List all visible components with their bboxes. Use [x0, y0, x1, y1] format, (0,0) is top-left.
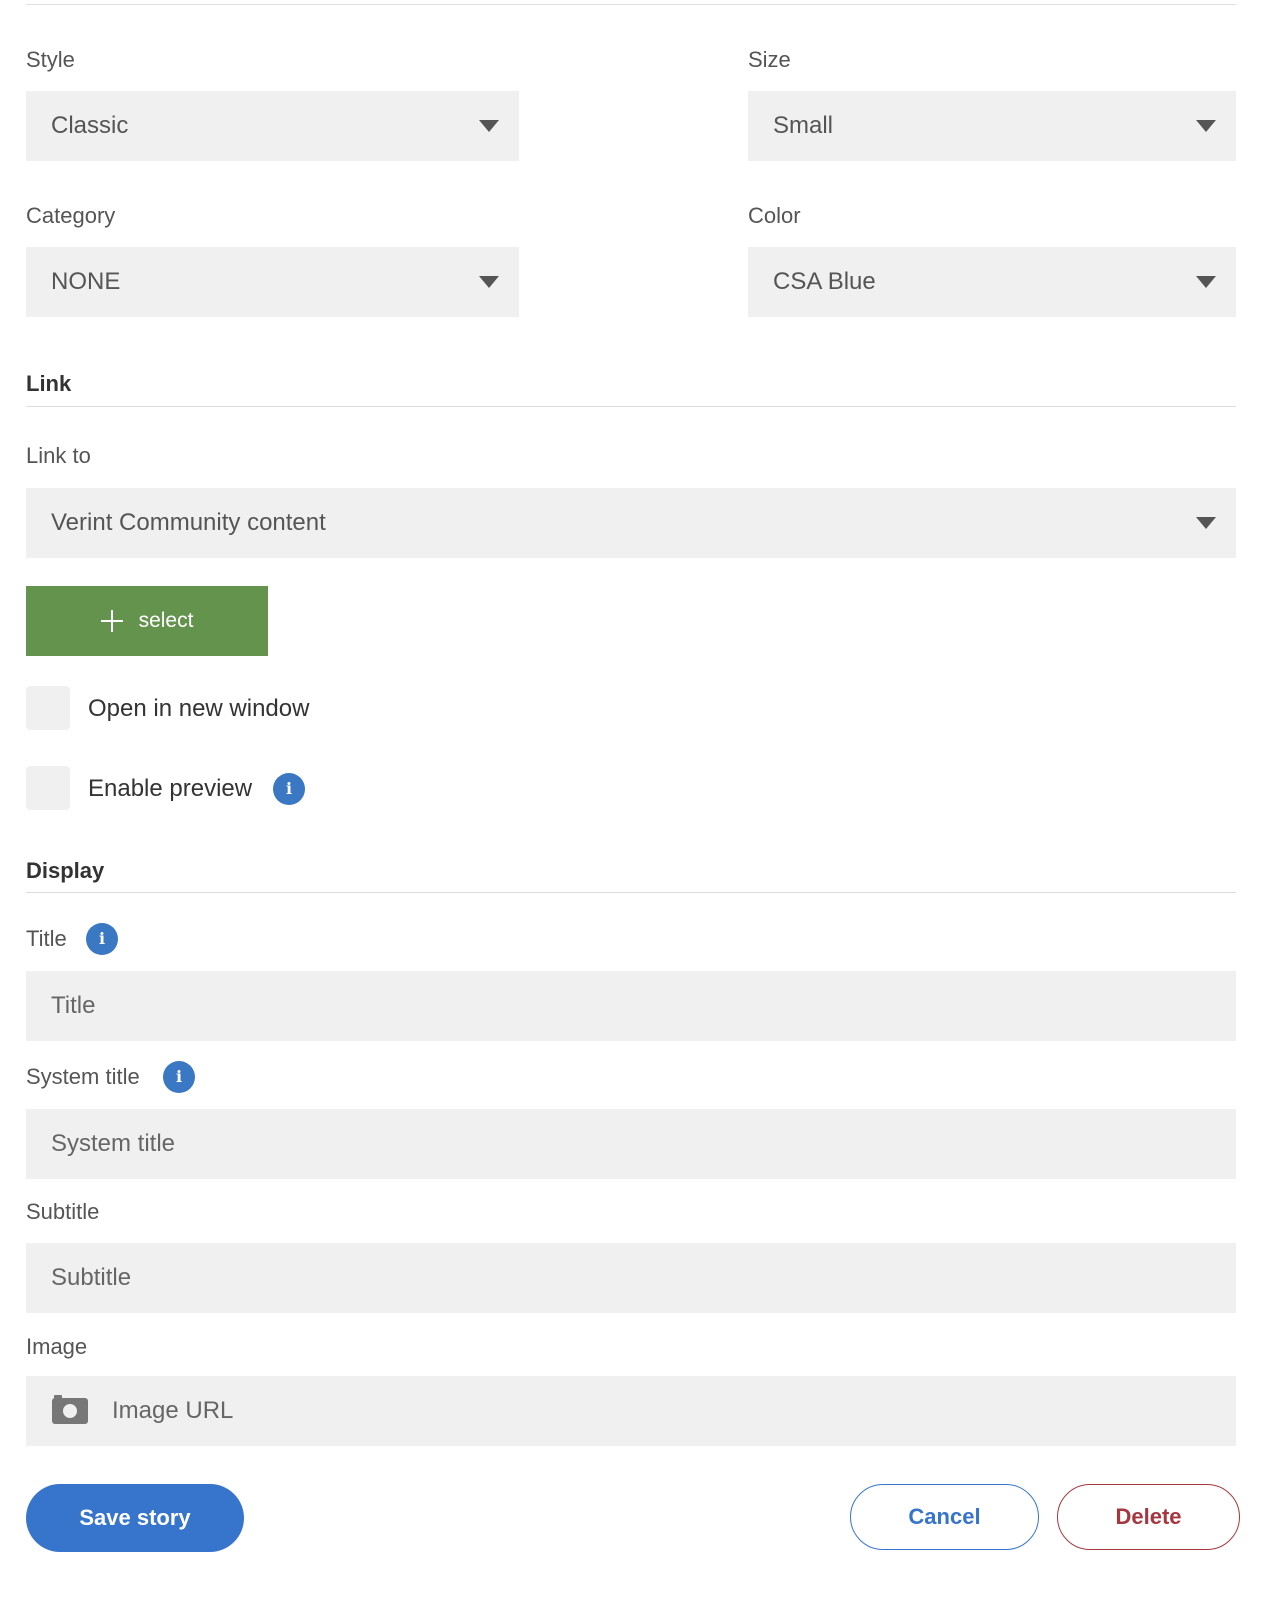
color-label: Color	[748, 203, 801, 228]
chevron-down-icon	[1196, 276, 1216, 288]
image-url-field[interactable]	[26, 1375, 1236, 1447]
chevron-down-icon	[479, 120, 499, 132]
system-title-label: System title	[26, 1064, 140, 1089]
save-story-button[interactable]: Save story	[26, 1484, 244, 1552]
plus-icon	[100, 610, 123, 632]
camera-icon[interactable]	[52, 1395, 88, 1424]
size-select-value: Small	[773, 112, 834, 139]
link-to-label: Link to	[26, 443, 91, 468]
system-title-info-icon[interactable]: i	[163, 1061, 195, 1093]
display-section-heading: Display	[26, 858, 105, 883]
category-select[interactable]: NONE	[26, 247, 519, 317]
title-info-icon[interactable]: i	[86, 923, 118, 955]
enable-preview-label[interactable]: Enable preview	[88, 777, 252, 801]
size-label: Size	[748, 47, 791, 72]
title-label: Title	[26, 926, 67, 951]
enable-preview-info-icon[interactable]: i	[273, 773, 305, 805]
category-label: Category	[26, 203, 116, 228]
title-input[interactable]	[26, 971, 1236, 1041]
style-label: Style	[26, 47, 75, 72]
color-select-value: CSA Blue	[773, 268, 876, 295]
link-to-select[interactable]: Verint Community content	[26, 488, 1236, 558]
style-select-value: Classic	[51, 112, 129, 139]
chevron-down-icon	[1196, 120, 1216, 132]
display-section-divider	[26, 892, 1236, 893]
image-label: Image	[26, 1334, 88, 1359]
delete-button[interactable]: Delete	[1057, 1484, 1240, 1550]
color-select[interactable]: CSA Blue	[748, 247, 1236, 317]
size-select[interactable]: Small	[748, 91, 1236, 161]
image-url-input[interactable]	[110, 1375, 1236, 1447]
chevron-down-icon	[1196, 517, 1216, 529]
category-select-value: NONE	[51, 268, 121, 295]
top-divider	[26, 4, 1236, 5]
link-section-heading: Link	[26, 371, 72, 396]
open-new-window-label[interactable]: Open in new window	[88, 697, 309, 721]
select-content-button-label: select	[138, 609, 194, 632]
subtitle-input[interactable]	[26, 1243, 1236, 1313]
cancel-button[interactable]: Cancel	[850, 1484, 1039, 1550]
chevron-down-icon	[479, 276, 499, 288]
system-title-input[interactable]	[26, 1109, 1236, 1179]
select-content-button[interactable]: select	[26, 586, 268, 656]
open-new-window-checkbox[interactable]	[26, 686, 70, 730]
link-section-divider	[26, 406, 1236, 407]
style-select[interactable]: Classic	[26, 91, 519, 161]
subtitle-label: Subtitle	[26, 1199, 100, 1224]
enable-preview-checkbox[interactable]	[26, 766, 70, 810]
link-to-select-value: Verint Community content	[51, 509, 326, 536]
